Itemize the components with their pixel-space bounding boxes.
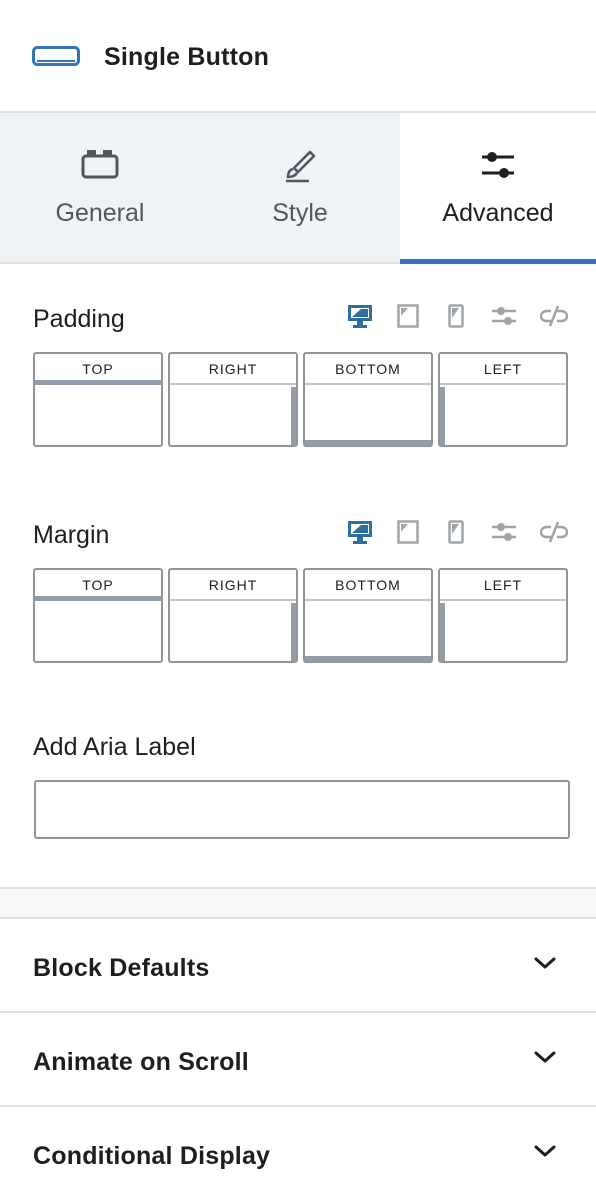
padding-top-input[interactable] [35,390,161,445]
padding-right-label: RIGHT [170,354,296,385]
margin-left-input[interactable] [440,603,566,661]
section-divider [0,887,596,919]
panel-block-defaults[interactable]: Block Defaults [0,919,596,1013]
inspector-tabs: General Style Advanced [0,113,596,264]
margin-left-label: LEFT [440,570,566,601]
tab-label: General [55,199,145,227]
padding-inputs: TOP RIGHT BOTTOM LEFT [33,352,568,447]
desktop-icon[interactable] [336,300,384,332]
margin-label: Margin [33,521,110,549]
margin-bottom-label: BOTTOM [305,570,431,601]
block-title: Single Button [104,43,270,71]
tab-label: Style [272,199,328,227]
margin-top-label: TOP [35,570,161,601]
button-block-icon [32,46,80,73]
panel-title: Conditional Display [33,1142,271,1170]
margin-right-field[interactable]: RIGHT [168,568,298,663]
chevron-down-icon [533,955,557,976]
custom-units-icon[interactable] [480,516,528,548]
padding-left-label: LEFT [440,354,566,385]
margin-right-input[interactable] [170,603,296,661]
padding-top-field[interactable]: TOP [33,352,163,447]
aria-label-heading: Add Aria Label [33,733,196,761]
panel-title: Block Defaults [33,954,210,982]
padding-bottom-field[interactable]: BOTTOM [303,352,433,447]
advanced-sliders-icon [480,149,516,186]
margin-control: Margin TOP RIGHT BOTTOM LEFT [33,516,568,666]
panel-header: Single Button [0,0,596,113]
chevron-down-icon [533,1049,557,1070]
padding-left-input[interactable] [440,387,566,445]
margin-left-field[interactable]: LEFT [438,568,568,663]
padding-bottom-label: BOTTOM [305,354,431,385]
padding-control: Padding TOP RIGHT BOTTOM LEFT [33,300,568,450]
padding-bottom-input[interactable] [305,387,431,445]
margin-inputs: TOP RIGHT BOTTOM LEFT [33,568,568,663]
active-tab-indicator [400,259,596,264]
mobile-icon[interactable] [432,516,480,548]
padding-right-input[interactable] [170,387,296,445]
tab-advanced[interactable]: Advanced [400,113,596,264]
padding-right-field[interactable]: RIGHT [168,352,298,447]
padding-top-label: TOP [35,354,161,385]
padding-left-field[interactable]: LEFT [438,352,568,447]
chevron-down-icon [533,1143,557,1164]
unlink-icon[interactable] [528,516,568,548]
aria-label-input[interactable] [34,780,570,839]
tab-general[interactable]: General [0,113,200,262]
margin-top-field[interactable]: TOP [33,568,163,663]
tablet-icon[interactable] [384,516,432,548]
tablet-icon[interactable] [384,300,432,332]
panel-conditional-display[interactable]: Conditional Display [0,1107,596,1201]
panel-title: Animate on Scroll [33,1048,249,1076]
tab-style[interactable]: Style [200,113,400,262]
unlink-icon[interactable] [528,300,568,332]
panel-animate-on-scroll[interactable]: Animate on Scroll [0,1013,596,1107]
margin-right-label: RIGHT [170,570,296,601]
custom-units-icon[interactable] [480,300,528,332]
tab-label: Advanced [442,199,554,227]
margin-top-input[interactable] [35,606,161,661]
device-switcher [336,516,568,548]
padding-label: Padding [33,305,125,333]
margin-bottom-field[interactable]: BOTTOM [303,568,433,663]
margin-bottom-input[interactable] [305,603,431,661]
mobile-icon[interactable] [432,300,480,332]
general-layout-icon [81,149,119,184]
device-switcher [336,300,568,332]
desktop-icon[interactable] [336,516,384,548]
style-brush-icon [283,149,317,188]
